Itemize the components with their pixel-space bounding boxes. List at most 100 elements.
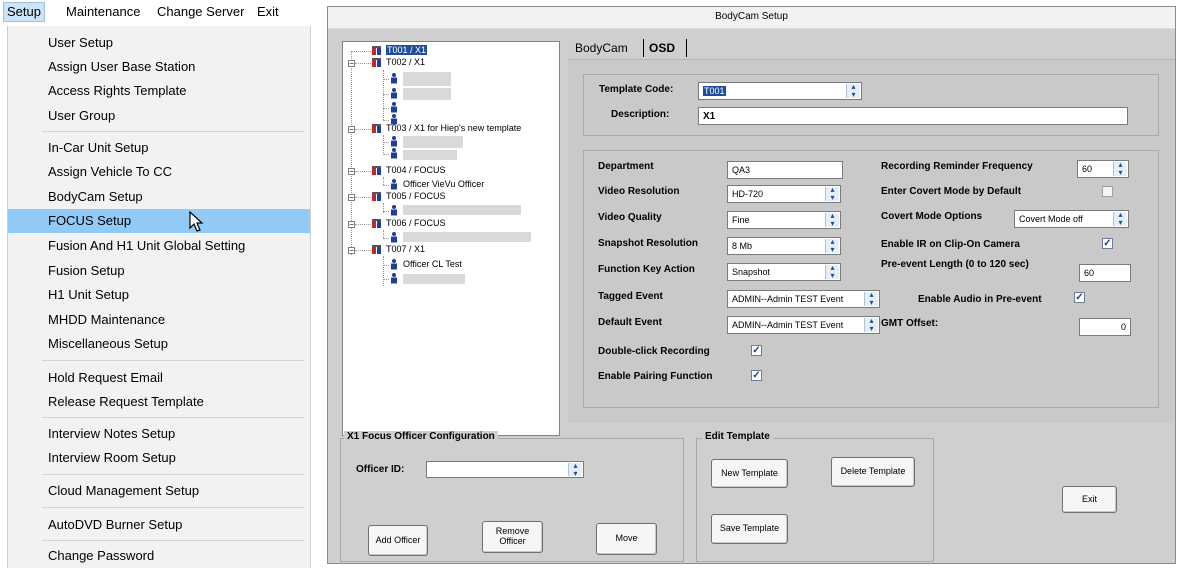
video-resolution-label: Video Resolution bbox=[598, 186, 680, 197]
collapse-icon[interactable]: − bbox=[348, 126, 355, 134]
menu-item-interview-room-setup[interactable]: Interview Room Setup bbox=[8, 446, 310, 470]
gmt-offset-label: GMT Offset: bbox=[881, 318, 939, 329]
tree-node-t006[interactable]: T006 / FOCUS bbox=[386, 218, 446, 228]
remove-officer-button[interactable]: Remove Officer bbox=[482, 521, 543, 553]
officer-icon bbox=[391, 136, 397, 147]
officer-icon bbox=[391, 88, 397, 99]
gmt-offset-input[interactable]: 0 bbox=[1079, 318, 1131, 336]
menu-item-bodycam-setup[interactable]: BodyCam Setup bbox=[8, 185, 310, 209]
menu-item-h1-unit-setup[interactable]: H1 Unit Setup bbox=[8, 283, 310, 307]
reminder-frequency-select[interactable]: 60 ▴ ▾ bbox=[1077, 160, 1129, 178]
officer-icon bbox=[391, 179, 397, 190]
tagged-event-select[interactable]: ADMIN--Admin TEST Event ▴ ▾ bbox=[727, 290, 880, 308]
collapse-icon[interactable]: − bbox=[348, 221, 355, 229]
menu-item-focus-setup[interactable]: FOCUS Setup bbox=[8, 209, 310, 233]
exit-button[interactable]: Exit bbox=[1062, 486, 1117, 513]
video-resolution-select[interactable]: HD-720 ▴ ▾ bbox=[727, 185, 841, 203]
menu-item-mhdd-maintenance[interactable]: MHDD Maintenance bbox=[8, 308, 310, 332]
pre-event-length-label: Pre-event Length (0 to 120 sec) bbox=[881, 259, 1029, 270]
menu-change-server[interactable]: Change Server bbox=[157, 4, 244, 19]
menu-item-change-password[interactable]: Change Password bbox=[8, 544, 310, 568]
chevron-down-icon: ▴ ▾ bbox=[825, 186, 839, 202]
officer-icon bbox=[391, 232, 397, 243]
menu-maintenance[interactable]: Maintenance bbox=[66, 4, 140, 19]
menu-setup[interactable]: Setup bbox=[3, 2, 45, 22]
tree-node-officer-vievu[interactable]: Officer VieVu Officer bbox=[403, 179, 484, 189]
default-event-select[interactable]: ADMIN--Admin TEST Event ▴ ▾ bbox=[727, 316, 880, 334]
covert-options-select[interactable]: Covert Mode off ▴ ▾ bbox=[1014, 210, 1129, 228]
enable-pairing-checkbox[interactable]: ✓ bbox=[751, 370, 762, 381]
add-officer-button[interactable]: Add Officer bbox=[368, 525, 428, 556]
tree-node-t004[interactable]: T004 / FOCUS bbox=[386, 165, 446, 175]
menu-item-assign-vehicle-to-cc[interactable]: Assign Vehicle To CC bbox=[8, 160, 310, 184]
video-quality-label: Video Quality bbox=[598, 212, 662, 223]
menu-item-fusion-h1-global-setting[interactable]: Fusion And H1 Unit Global Setting bbox=[8, 234, 310, 258]
collapse-icon[interactable]: − bbox=[348, 194, 355, 202]
template-node-icon bbox=[372, 219, 381, 228]
menu-item-interview-notes-setup[interactable]: Interview Notes Setup bbox=[8, 422, 310, 446]
collapse-icon[interactable]: − bbox=[348, 247, 355, 255]
chevron-down-icon: ▴ ▾ bbox=[825, 212, 839, 228]
function-key-select[interactable]: Snapshot ▴ ▾ bbox=[727, 263, 841, 281]
redacted-officer bbox=[403, 72, 451, 86]
menu-item-in-car-unit-setup[interactable]: In-Car Unit Setup bbox=[8, 136, 310, 160]
audio-pre-event-checkbox[interactable]: ✓ bbox=[1074, 292, 1085, 303]
menu-item-hold-request-email[interactable]: Hold Request Email bbox=[8, 366, 310, 390]
edit-template-title: Edit Template bbox=[702, 431, 773, 442]
collapse-icon[interactable]: − bbox=[348, 60, 355, 68]
chevron-down-icon: ▴ ▾ bbox=[825, 238, 839, 254]
tree-node-t005[interactable]: T005 / FOCUS bbox=[386, 191, 446, 201]
function-key-label: Function Key Action bbox=[598, 264, 695, 275]
department-input[interactable]: QA3 bbox=[727, 161, 843, 179]
officer-icon bbox=[391, 102, 397, 113]
menu-item-fusion-setup[interactable]: Fusion Setup bbox=[8, 259, 310, 283]
template-node-icon bbox=[372, 245, 381, 254]
menu-item-miscellaneous-setup[interactable]: Miscellaneous Setup bbox=[8, 332, 310, 356]
tree-node-t002[interactable]: T002 / X1 bbox=[386, 57, 425, 67]
menu-item-user-group[interactable]: User Group bbox=[8, 104, 310, 128]
template-tree[interactable]: T001 / X1 − T002 / X1 − T003 / X1 for Hi… bbox=[342, 41, 560, 436]
tab-bodycam[interactable]: BodyCam bbox=[575, 41, 628, 55]
template-node-icon bbox=[372, 46, 381, 55]
enable-ir-label: Enable IR on Clip-On Camera bbox=[881, 239, 1020, 250]
tree-node-t007[interactable]: T007 / X1 bbox=[386, 244, 425, 254]
chevron-down-icon: ▴ ▾ bbox=[1113, 161, 1127, 177]
tab-osd[interactable]: OSD bbox=[649, 41, 675, 55]
double-click-recording-checkbox[interactable]: ✓ bbox=[751, 345, 762, 356]
officer-id-select[interactable]: ▴ ▾ bbox=[426, 461, 584, 478]
move-button[interactable]: Move bbox=[596, 523, 657, 555]
menu-item-cloud-management-setup[interactable]: Cloud Management Setup bbox=[8, 479, 310, 503]
menu-item-assign-user-base-station[interactable]: Assign User Base Station bbox=[8, 55, 310, 79]
menu-item-user-setup[interactable]: User Setup bbox=[8, 31, 310, 55]
officer-icon bbox=[391, 259, 397, 270]
chevron-down-icon: ▴ ▾ bbox=[846, 83, 860, 99]
save-template-button[interactable]: Save Template bbox=[711, 514, 788, 544]
chevron-down-icon: ▴ ▾ bbox=[1113, 211, 1127, 227]
bodycam-tab-page: Template Code: T001 ▴ ▾ Description: X1 D… bbox=[568, 59, 1175, 423]
delete-template-button[interactable]: Delete Template bbox=[831, 457, 915, 487]
chevron-down-icon: ▴ ▾ bbox=[568, 462, 582, 477]
snapshot-resolution-select[interactable]: 8 Mb ▴ ▾ bbox=[727, 237, 841, 255]
template-code-select[interactable]: T001 ▴ ▾ bbox=[698, 82, 862, 100]
enable-ir-checkbox[interactable]: ✓ bbox=[1102, 238, 1113, 249]
settings-group: Department QA3 Video Resolution HD-720 ▴ ▾… bbox=[583, 150, 1159, 408]
pre-event-length-input[interactable]: 60 bbox=[1079, 264, 1131, 282]
chevron-down-icon: ▴ ▾ bbox=[864, 291, 878, 307]
redacted-officer bbox=[403, 150, 457, 160]
menu-item-release-request-template[interactable]: Release Request Template bbox=[8, 390, 310, 414]
new-template-button[interactable]: New Template bbox=[711, 459, 788, 488]
tree-node-officer-cl-test[interactable]: Officer CL Test bbox=[403, 259, 462, 269]
menu-item-autodvd-burner-setup[interactable]: AutoDVD Burner Setup bbox=[8, 513, 310, 537]
chevron-down-icon: ▴ ▾ bbox=[825, 264, 839, 280]
collapse-icon[interactable]: − bbox=[348, 168, 355, 176]
video-quality-select[interactable]: Fine ▴ ▾ bbox=[727, 211, 841, 229]
tree-node-t003[interactable]: T003 / X1 for Hiep's new template bbox=[386, 123, 521, 133]
menu-item-access-rights-template[interactable]: Access Rights Template bbox=[8, 79, 310, 103]
template-code-label: Template Code: bbox=[599, 84, 674, 95]
menu-exit[interactable]: Exit bbox=[257, 4, 279, 19]
double-click-recording-label: Double-click Recording bbox=[598, 346, 710, 357]
covert-default-checkbox[interactable] bbox=[1102, 186, 1113, 197]
description-input[interactable]: X1 bbox=[698, 107, 1128, 125]
redacted-officer bbox=[403, 205, 521, 215]
tree-node-t001[interactable]: T001 / X1 bbox=[386, 45, 428, 55]
